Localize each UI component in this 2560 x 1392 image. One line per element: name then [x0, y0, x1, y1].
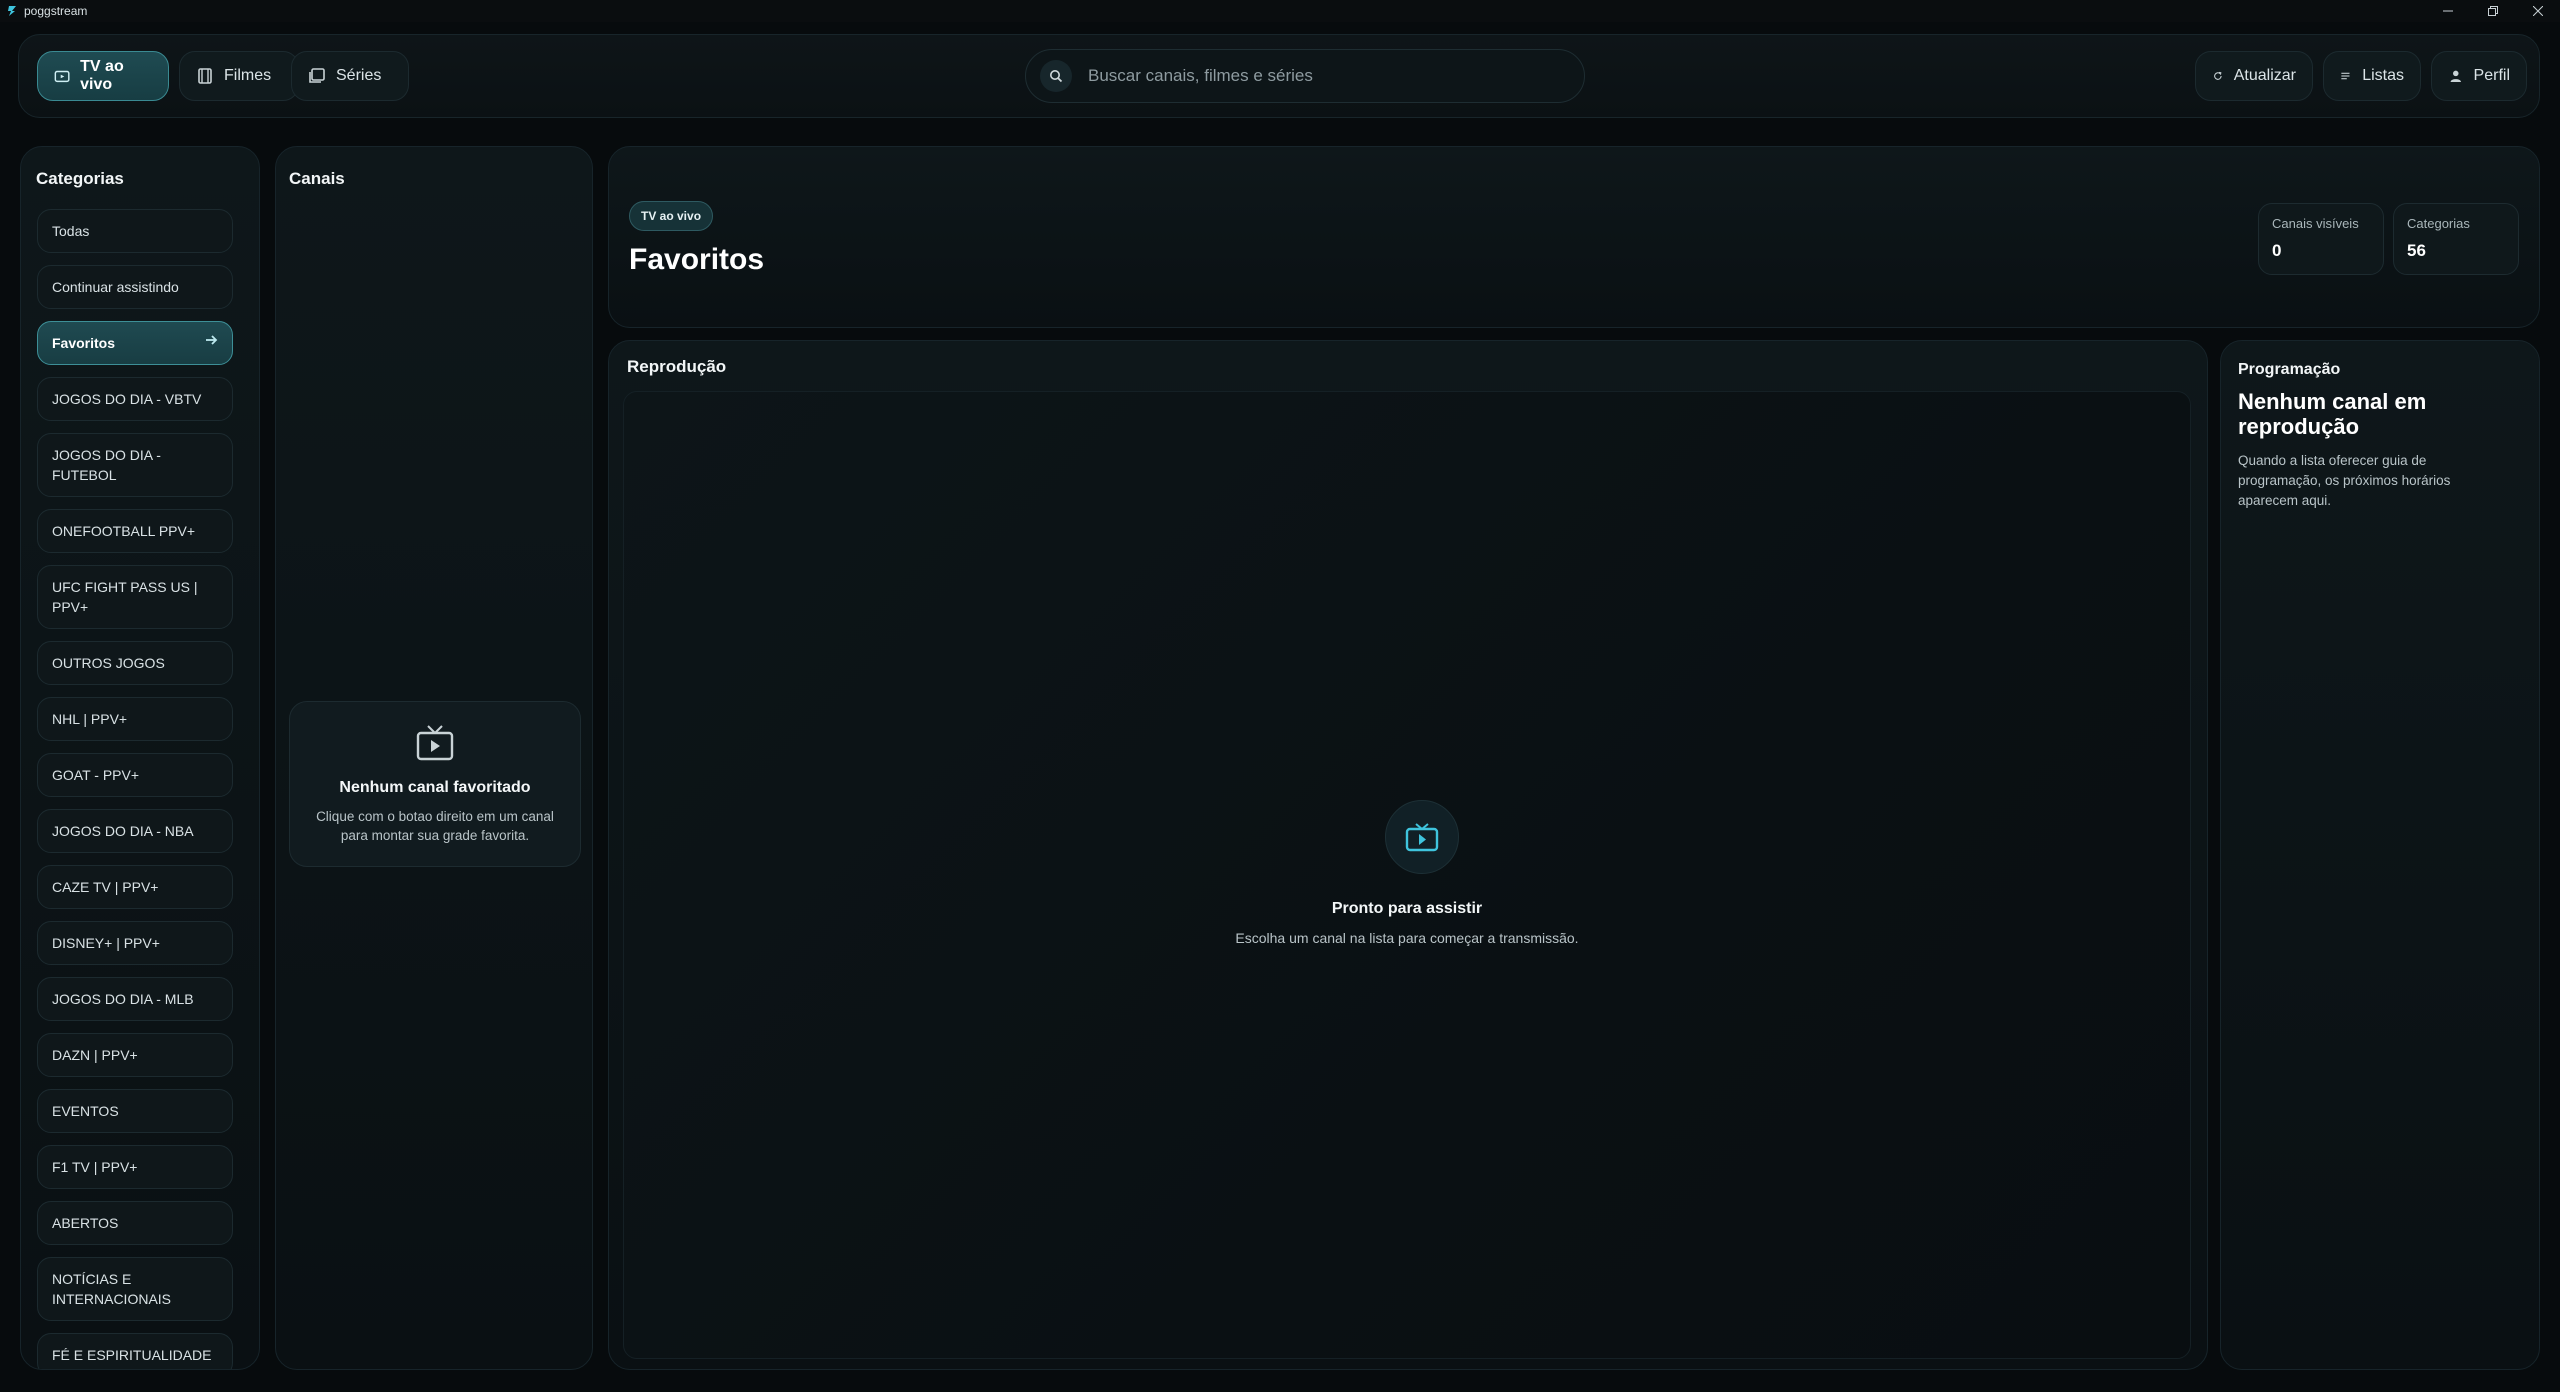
- stat-label: Canais visíveis: [2272, 216, 2359, 231]
- category-item[interactable]: CAZE TV | PPV+: [37, 865, 233, 909]
- category-label: CAZE TV | PPV+: [52, 879, 159, 895]
- category-label: DAZN | PPV+: [52, 1047, 138, 1063]
- empty-favorites-title: Nenhum canal favoritado: [339, 779, 531, 796]
- profile-label: Perfil: [2473, 67, 2510, 84]
- tab-filmes[interactable]: Filmes: [179, 51, 299, 101]
- programming-panel: Programação Nenhum canal em reprodução Q…: [2220, 340, 2540, 1370]
- category-label: JOGOS DO DIA - NBA: [52, 823, 194, 839]
- tab-label: TV ao vivo: [80, 58, 124, 93]
- top-navigation-bar: TV ao vivo Filmes Séries Atualizar Lista…: [18, 34, 2540, 118]
- player-empty-description: Escolha um canal na lista para começar a…: [1235, 930, 1579, 946]
- category-item[interactable]: ABERTOS: [37, 1201, 233, 1245]
- category-item[interactable]: JOGOS DO DIA - MLB: [37, 977, 233, 1021]
- category-item[interactable]: NOTÍCIAS E INTERNACIONAIS: [37, 1257, 233, 1321]
- categories-panel: Categorias Todas Continuar assistindo Favo…: [20, 146, 260, 1370]
- category-label: UFC FIGHT PASS US | PPV+: [52, 579, 198, 615]
- category-item[interactable]: Continuar assistindo: [37, 265, 233, 309]
- series-icon: [309, 68, 325, 83]
- category-item[interactable]: FÉ E ESPIRITUALIDADE: [37, 1333, 233, 1369]
- category-label: NHL | PPV+: [52, 711, 128, 727]
- page-title: Favoritos: [629, 243, 765, 276]
- search-icon: [1040, 60, 1072, 92]
- video-player-area[interactable]: Pronto para assistir Escolha um canal na…: [623, 391, 2191, 1359]
- profile-button[interactable]: Perfil: [2431, 51, 2527, 101]
- refresh-button[interactable]: Atualizar: [2195, 51, 2313, 101]
- programming-title: Programação: [2238, 361, 2341, 378]
- empty-favorites-description: Clique com o botao direito em um canal p…: [316, 809, 554, 843]
- app-logo-icon: [5, 4, 19, 18]
- category-item[interactable]: JOGOS DO DIA - FUTEBOL: [37, 433, 233, 497]
- stat-visible-channels: Canais visíveis 0: [2258, 203, 2384, 275]
- minimize-button[interactable]: [2425, 0, 2470, 22]
- film-icon: [198, 68, 212, 84]
- category-label: JOGOS DO DIA - VBTV: [52, 391, 202, 407]
- category-item[interactable]: JOGOS DO DIA - NBA: [37, 809, 233, 853]
- tab-label: Filmes: [224, 67, 272, 84]
- category-label: JOGOS DO DIA - FUTEBOL: [52, 447, 161, 483]
- category-label: OUTROS JOGOS: [52, 655, 165, 671]
- stat-value: 0: [2272, 241, 2282, 260]
- close-icon: [2532, 6, 2543, 16]
- category-item[interactable]: OUTROS JOGOS: [37, 641, 233, 685]
- stat-categories: Categorias 56: [2393, 203, 2519, 275]
- category-item[interactable]: EVENTOS: [37, 1089, 233, 1133]
- category-label: NOTÍCIAS E INTERNACIONAIS: [52, 1271, 172, 1307]
- window-title: poggstream: [24, 4, 88, 18]
- category-item[interactable]: ONEFOOTBALL PPV+: [37, 509, 233, 553]
- player-title: Reprodução: [627, 357, 727, 376]
- channels-title: Canais: [289, 169, 345, 188]
- tab-series[interactable]: Séries: [291, 51, 409, 101]
- category-item[interactable]: DAZN | PPV+: [37, 1033, 233, 1077]
- restore-icon: [2487, 6, 2498, 16]
- user-icon: [2450, 70, 2461, 83]
- category-item[interactable]: GOAT - PPV+: [37, 753, 233, 797]
- category-label: FÉ E ESPIRITUALIDADE: [52, 1347, 212, 1363]
- list-icon: [2341, 72, 2350, 80]
- category-label: EVENTOS: [52, 1103, 119, 1119]
- refresh-icon: [2214, 71, 2222, 80]
- category-item[interactable]: Todas: [37, 209, 233, 253]
- minimize-icon: [2442, 10, 2453, 12]
- category-label: ABERTOS: [52, 1215, 119, 1231]
- lists-label: Listas: [2362, 67, 2404, 84]
- category-label: GOAT - PPV+: [52, 767, 140, 783]
- section-badge: TV ao vivo: [629, 201, 714, 231]
- programming-description: Quando a lista oferecer guia de programa…: [2238, 453, 2451, 508]
- restore-button[interactable]: [2470, 0, 2515, 22]
- category-item[interactable]: DISNEY+ | PPV+: [37, 921, 233, 965]
- stat-label: Categorias: [2407, 216, 2470, 231]
- search-bar[interactable]: [1025, 49, 1585, 103]
- stat-value: 56: [2407, 241, 2426, 260]
- category-item[interactable]: Favoritos: [37, 321, 233, 365]
- close-button[interactable]: [2515, 0, 2560, 22]
- category-item[interactable]: UFC FIGHT PASS US | PPV+: [37, 565, 233, 629]
- category-item[interactable]: F1 TV | PPV+: [37, 1145, 233, 1189]
- category-item[interactable]: JOGOS DO DIA - VBTV: [37, 377, 233, 421]
- tab-tv-ao-vivo[interactable]: TV ao vivo: [37, 51, 169, 101]
- tv-icon: [1385, 800, 1459, 874]
- tv-icon: [416, 725, 454, 761]
- player-empty-title: Pronto para assistir: [1331, 900, 1483, 917]
- categories-title: Categorias: [36, 169, 124, 188]
- hero-panel: TV ao vivo Favoritos Canais visíveis 0 C…: [608, 146, 2540, 328]
- arrow-right-icon: [204, 333, 218, 353]
- category-label: ONEFOOTBALL PPV+: [52, 523, 196, 539]
- empty-favorites-card: Nenhum canal favoritado Clique com o bot…: [289, 701, 581, 867]
- category-label: Continuar assistindo: [52, 279, 179, 295]
- refresh-label: Atualizar: [2233, 67, 2296, 84]
- tab-label: Séries: [336, 67, 382, 84]
- category-label: Favoritos: [52, 335, 116, 351]
- category-label: DISNEY+ | PPV+: [52, 935, 160, 951]
- search-input[interactable]: [1088, 66, 1548, 86]
- window-titlebar: poggstream: [0, 0, 2560, 22]
- channels-panel: Canais Nenhum canal favoritado Clique co…: [275, 146, 593, 1370]
- lists-button[interactable]: Listas: [2323, 51, 2421, 101]
- programming-headline: Nenhum canal em reprodução: [2238, 389, 2427, 439]
- category-label: JOGOS DO DIA - MLB: [52, 991, 194, 1007]
- category-label: F1 TV | PPV+: [52, 1159, 138, 1175]
- category-label: Todas: [52, 223, 90, 239]
- tv-icon: [54, 70, 70, 83]
- category-item[interactable]: NHL | PPV+: [37, 697, 233, 741]
- player-panel: Reprodução Pronto para assistir Escolha …: [608, 340, 2208, 1370]
